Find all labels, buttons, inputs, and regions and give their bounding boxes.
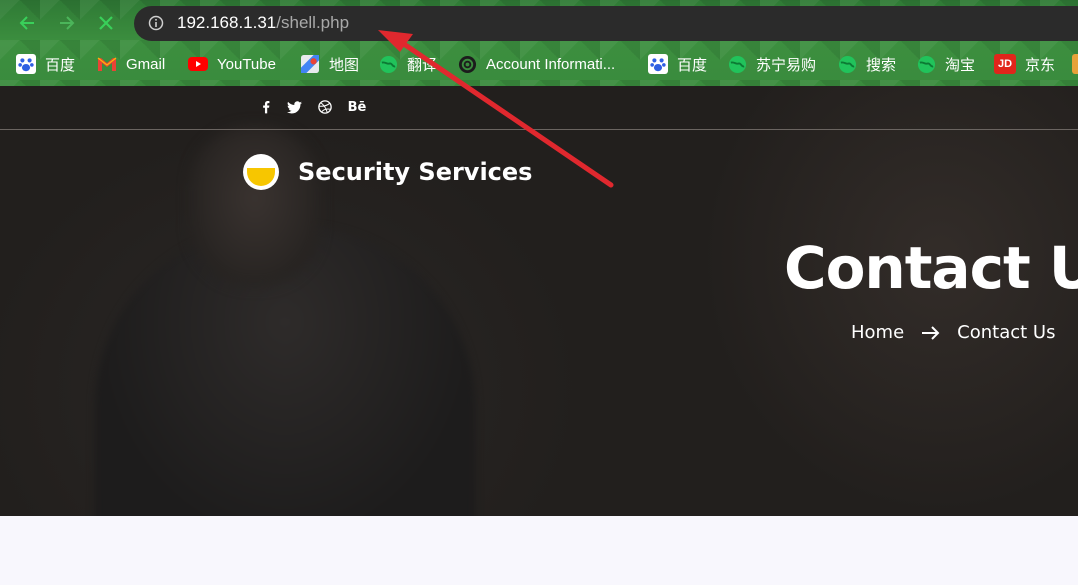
stop-button[interactable] (93, 10, 119, 36)
back-arrow-icon (19, 16, 34, 30)
bookmark-label: 京东 (1025, 56, 1056, 74)
url-text[interactable]: 192.168.1.31/shell.php (177, 13, 349, 33)
facebook-link[interactable] (261, 99, 271, 115)
bookmark-maps[interactable]: 地图 (300, 52, 359, 76)
twitter-link[interactable] (286, 99, 302, 115)
breadcrumb-current: Contact Us (957, 322, 1056, 343)
header-divider (0, 129, 1078, 130)
baidu-icon (648, 54, 668, 74)
close-icon (99, 16, 113, 30)
facebook-icon (263, 101, 270, 114)
folder-icon (1072, 54, 1078, 74)
bookmark-search[interactable]: 搜索 (837, 52, 896, 76)
bookmark-label: 百度 (45, 56, 76, 74)
bookmarks-bar: 百度 Gmail YouTube 地图 翻译 Account Informati… (0, 49, 1078, 79)
url-path: /shell.php (276, 13, 350, 32)
bookmark-label: 地图 (329, 56, 360, 74)
dribbble-link[interactable] (317, 99, 333, 115)
bookmark-youtube[interactable]: YouTube (188, 52, 276, 76)
site-brand[interactable]: Security Services (243, 154, 532, 190)
bookmark-taobao[interactable]: 淘宝 (916, 52, 975, 76)
jd-icon: JD (994, 54, 1016, 74)
dribbble-icon (318, 100, 332, 114)
bookmark-label: 淘宝 (945, 56, 976, 74)
behance-icon: Bē (347, 99, 367, 115)
hero-banner: Bē Security Services Contact Us Home Con… (0, 86, 1078, 516)
browser-toolbar: 192.168.1.31/shell.php 百度 Gmail YouTube … (0, 0, 1078, 86)
bookmark-label: 搜索 (866, 56, 897, 74)
gmail-icon (97, 54, 117, 74)
brand-logo-icon (243, 154, 279, 190)
bookmark-label: 翻译 (407, 56, 438, 74)
bookmark-label: Gmail (126, 55, 166, 73)
url-host: 192.168.1.31 (177, 13, 277, 32)
bookmark-gmail[interactable]: Gmail (97, 52, 165, 76)
forward-button[interactable] (54, 10, 80, 36)
arrow-right-icon (922, 325, 940, 340)
bookmark-jd[interactable]: JD 京东 (994, 52, 1055, 76)
bookmark-account-information[interactable]: Account Informati... (457, 52, 615, 76)
back-button[interactable] (14, 10, 40, 36)
bookmark-label: YouTube (217, 55, 276, 73)
brand-name: Security Services (298, 158, 533, 186)
page-title: Contact Us (784, 234, 1078, 302)
bookmark-baidu[interactable]: 百度 (16, 52, 75, 76)
bookmark-label: 百度 (677, 56, 708, 74)
address-bar[interactable]: 192.168.1.31/shell.php (134, 6, 1078, 41)
behance-link[interactable]: Bē (346, 99, 368, 115)
bookmark-label: 苏宁易购 (756, 56, 817, 74)
breadcrumb-home[interactable]: Home (851, 322, 904, 343)
info-icon[interactable] (148, 15, 164, 31)
forward-arrow-icon (60, 16, 75, 30)
globe-icon (837, 54, 857, 74)
bookmark-translate[interactable]: 翻译 (378, 52, 437, 76)
account-icon (457, 54, 477, 74)
bookmark-label: Account Informati... (486, 55, 616, 73)
breadcrumb: Home Contact Us (851, 322, 1055, 343)
globe-icon (378, 54, 398, 74)
bookmark-suning[interactable]: 苏宁易购 (727, 52, 816, 76)
youtube-icon (188, 54, 208, 74)
bookmark-baidu-2[interactable]: 百度 (648, 52, 707, 76)
twitter-icon (286, 100, 302, 113)
globe-icon (916, 54, 936, 74)
maps-icon (300, 54, 320, 74)
bookmark-more[interactable] (1072, 52, 1078, 76)
baidu-icon (16, 54, 36, 74)
hero-background-head (190, 126, 320, 286)
globe-icon (727, 54, 747, 74)
